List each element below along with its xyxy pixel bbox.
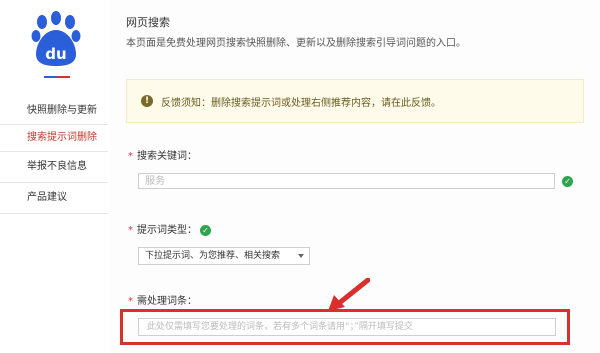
arrow-icon <box>328 278 370 311</box>
required-mark: * <box>128 151 133 162</box>
notice-text: 反馈须知：删除搜索提示词或处理右侧推荐内容，请在此反馈。 <box>161 98 441 109</box>
required-mark: * <box>128 225 133 236</box>
sidebar: du 快照删除与更新 搜索提示词删除 举报不良信息 产品建议 <box>0 0 110 353</box>
required-mark: * <box>128 296 133 307</box>
page-title: 网页搜索 <box>126 16 170 29</box>
page-description: 本页面是免费处理网页搜索快照删除、更新以及删除搜索引导词问题的入口。 <box>126 38 466 49</box>
words-label: * 需处理词条： <box>128 296 197 307</box>
sidebar-nav: 快照删除与更新 搜索提示词删除 举报不良信息 产品建议 <box>0 98 108 214</box>
sidebar-item-snapshot[interactable]: 快照删除与更新 <box>0 98 108 125</box>
type-select[interactable]: 下拉提示词、为您推荐、相关搜索 <box>138 247 310 265</box>
keyword-label: * 搜索关键词： <box>128 151 197 162</box>
chevron-down-icon <box>298 254 304 258</box>
type-label: * 提示词类型： ✓ <box>128 221 211 236</box>
info-icon: ! <box>141 95 153 107</box>
sidebar-item-feedback[interactable]: 产品建议 <box>0 183 108 214</box>
baidu-logo: du <box>31 11 81 66</box>
type-select-value: 下拉提示词、为您推荐、相关搜索 <box>145 251 281 261</box>
main-content: 网页搜索 本页面是免费处理网页搜索快照删除、更新以及删除搜索引导词问题的入口。 … <box>118 0 600 353</box>
keyword-input[interactable]: 服务 <box>138 173 555 189</box>
check-icon: ✓ <box>562 176 573 187</box>
check-icon: ✓ <box>200 224 211 236</box>
logo-underline <box>44 70 70 78</box>
notice-box: ! 反馈须知：删除搜索提示词或处理右侧推荐内容，请在此反馈。 <box>126 79 584 123</box>
sidebar-item-report[interactable]: 举报不良信息 <box>0 152 108 183</box>
keyword-placeholder: 服务 <box>145 176 165 187</box>
sidebar-item-suggestion-delete[interactable]: 搜索提示词删除 <box>0 125 108 152</box>
logo-text: du <box>45 45 66 63</box>
highlight-box <box>120 309 570 345</box>
